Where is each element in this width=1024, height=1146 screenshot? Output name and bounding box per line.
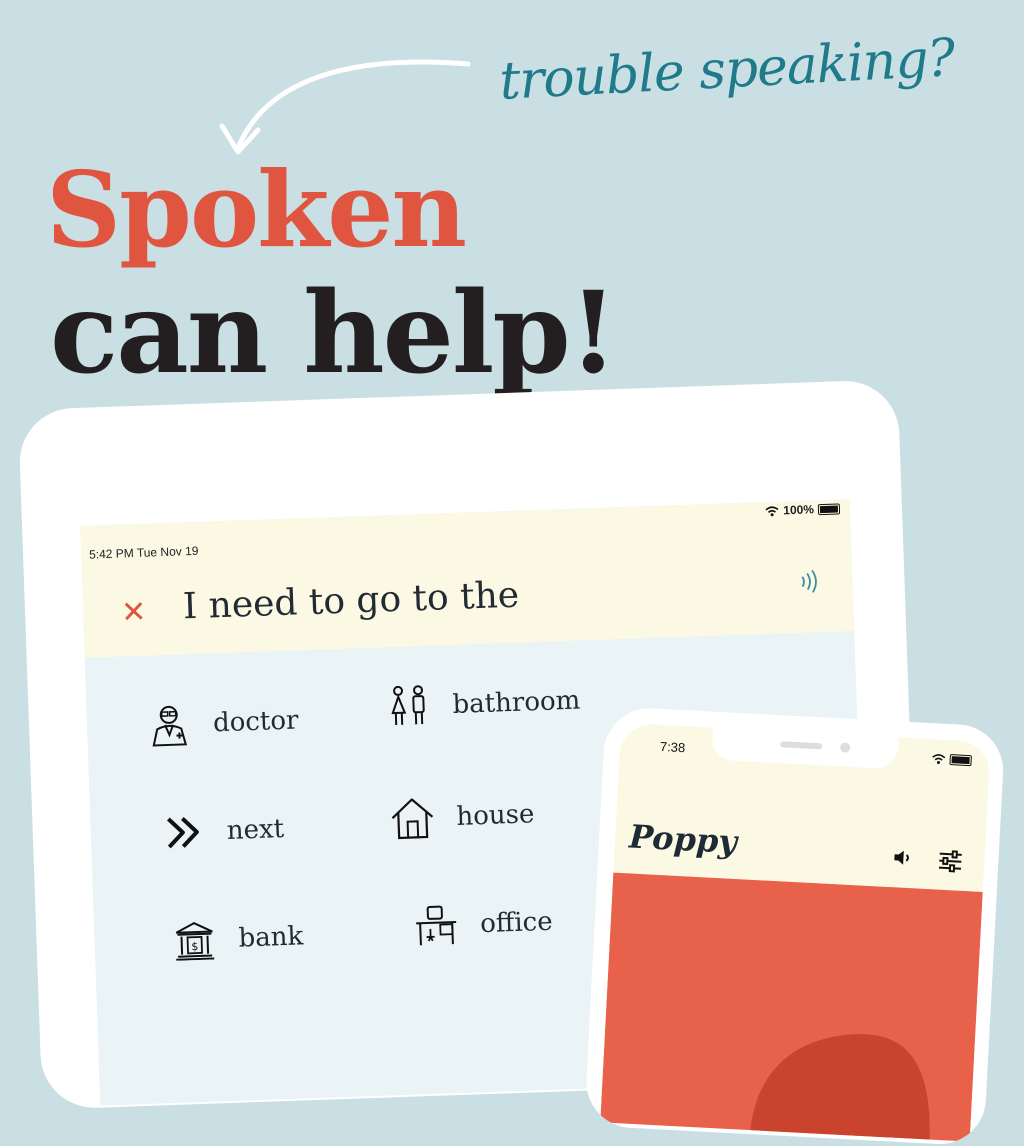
suggestion-label: doctor	[212, 705, 299, 739]
close-icon[interactable]: ✕	[121, 595, 147, 631]
suggestion-label: bathroom	[452, 685, 581, 721]
tagline: trouble speaking?	[498, 28, 956, 112]
bank-icon: $	[172, 917, 218, 963]
svg-text:$: $	[191, 940, 198, 953]
suggestion-label: bank	[238, 921, 304, 954]
phone-screen: 7:38 Poppy	[600, 722, 991, 1142]
suggestion-doctor[interactable]: doctor	[146, 698, 299, 747]
battery-icon	[949, 754, 972, 767]
suggestion-label: house	[455, 799, 535, 832]
suggestion-label: office	[479, 906, 554, 940]
office-icon	[413, 903, 459, 949]
headline-subtext: can help!	[50, 268, 618, 399]
next-icon	[160, 810, 206, 856]
phone-speaker	[780, 741, 823, 750]
battery-percentage: 100%	[783, 502, 815, 518]
volume-icon[interactable]	[892, 847, 915, 868]
house-icon	[390, 796, 436, 842]
bathroom-icon	[386, 684, 432, 730]
phone-device: 7:38 Poppy	[584, 706, 1006, 1146]
wifi-icon	[932, 754, 946, 764]
suggestion-office[interactable]: office	[413, 900, 553, 949]
headline-brand: Spoken	[46, 148, 467, 271]
voice-card[interactable]	[600, 872, 983, 1142]
phone-status-time: 7:38	[659, 738, 686, 756]
phone-notch	[711, 727, 899, 770]
phone-status-right	[931, 753, 972, 767]
illustration-shape	[749, 1034, 930, 1142]
suggestion-bathroom[interactable]: bathroom	[386, 679, 581, 730]
wifi-icon	[765, 505, 779, 516]
suggestion-next[interactable]: next	[160, 807, 285, 855]
phrase-text[interactable]: I need to go to the	[182, 575, 519, 628]
phone-camera	[839, 742, 851, 753]
settings-sliders-icon[interactable]	[938, 850, 963, 873]
battery-icon	[817, 502, 841, 515]
speaking-icon[interactable]	[798, 566, 823, 597]
doctor-icon	[146, 702, 192, 748]
tablet-status-right: 100%	[765, 501, 841, 518]
suggestion-house[interactable]: house	[390, 792, 535, 841]
suggestion-bank[interactable]: $ bank	[172, 914, 304, 963]
suggestion-label: next	[226, 813, 285, 846]
phone-voice-title: Poppy	[628, 817, 738, 862]
